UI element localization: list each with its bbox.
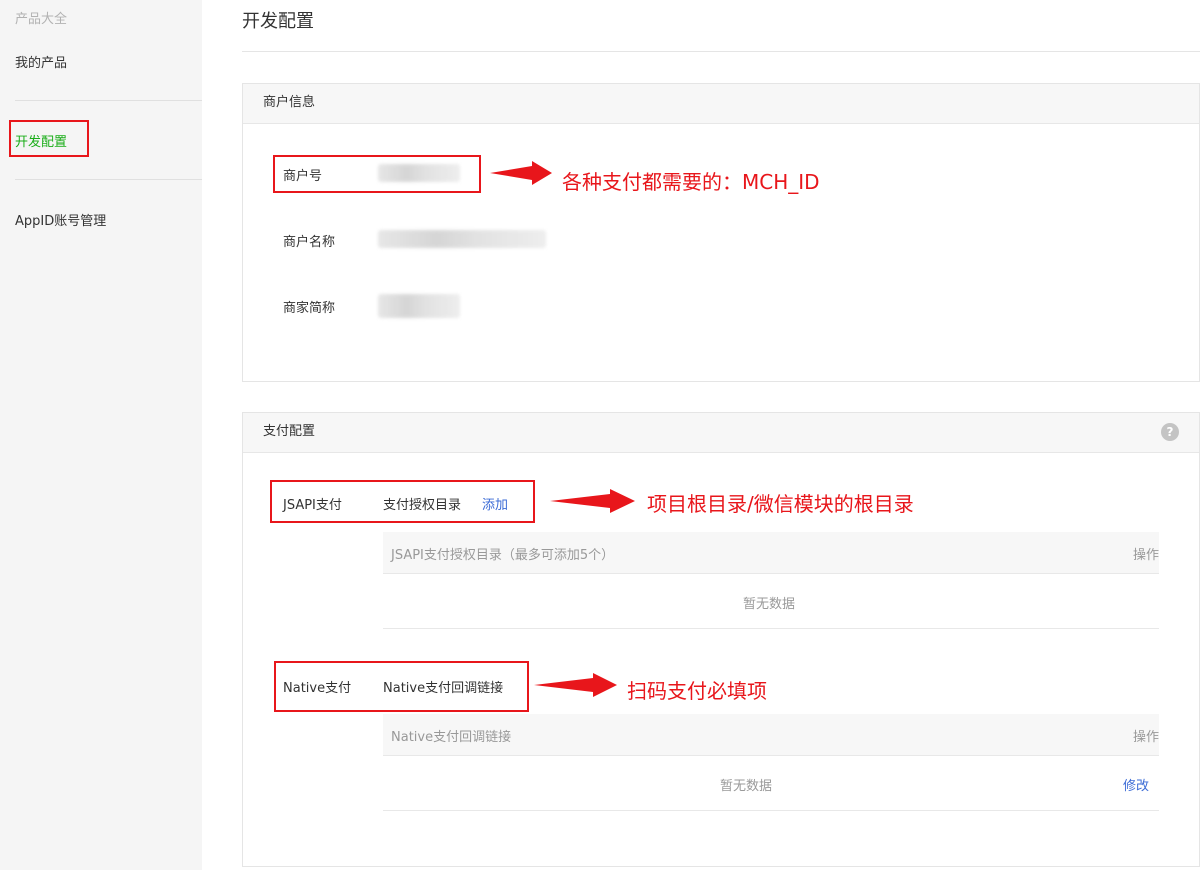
annotation-native-required: 扫码支付必填项 [627,679,767,703]
arrow-icon [534,673,617,697]
arrow-icon [550,489,635,513]
arrow-icon [490,161,552,185]
annotation-jsapi-dir: 项目根目录/微信模块的根目录 [647,492,914,516]
annotation-arrows [490,161,635,697]
annotation-mch-id: 各种支付都需要的：MCH_ID [562,170,820,194]
